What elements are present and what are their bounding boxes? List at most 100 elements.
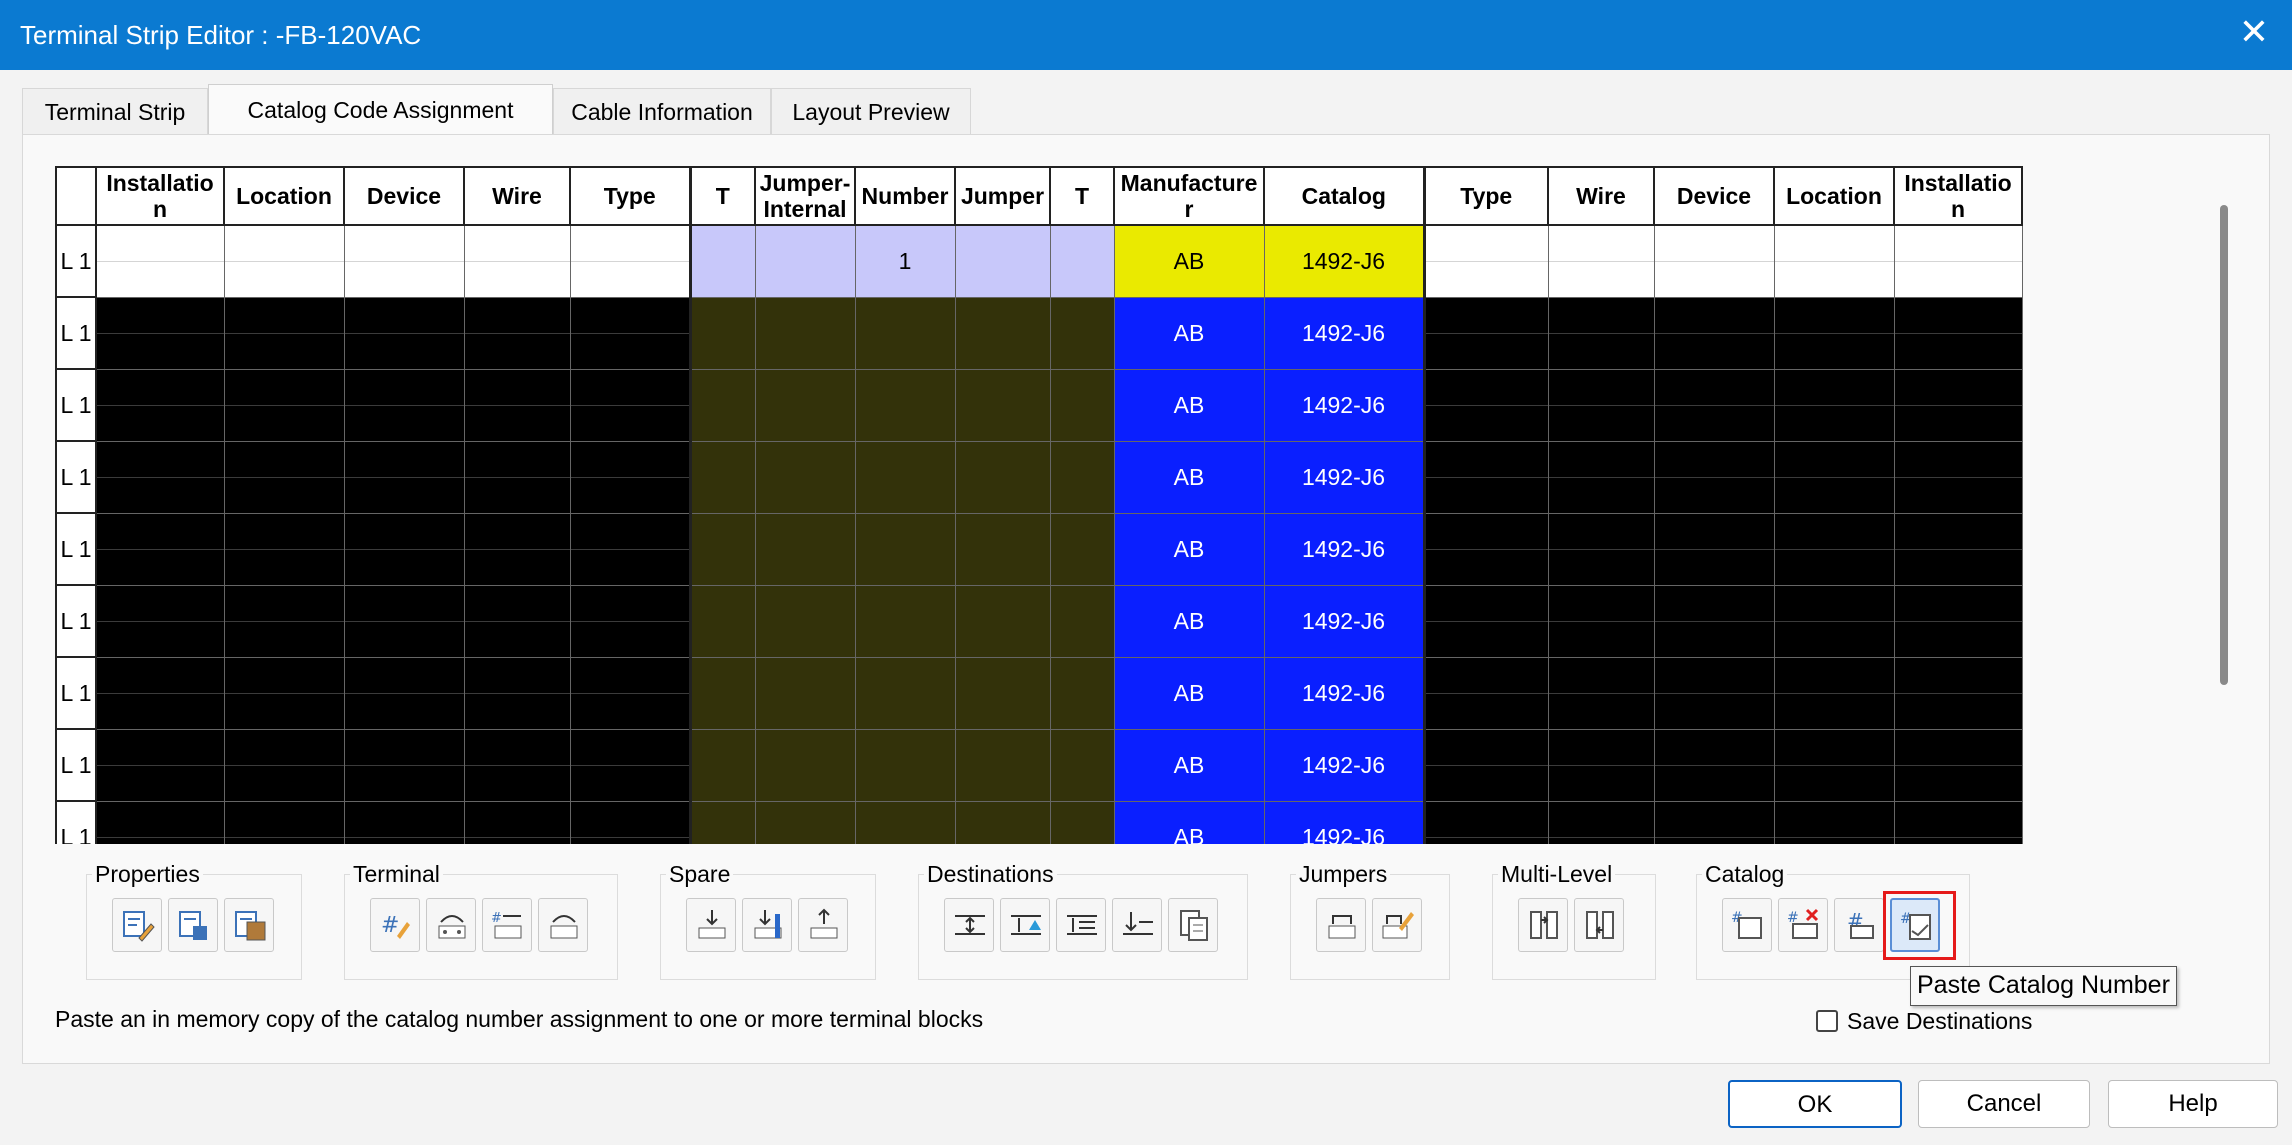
cell-jumper[interactable] bbox=[954, 512, 1051, 586]
table-row[interactable]: L 1 AB 1492-J6 bbox=[55, 440, 2023, 514]
table-row[interactable]: L 1 AB 1492-J6 bbox=[55, 584, 2023, 658]
cell-type-left[interactable] bbox=[569, 728, 692, 802]
close-icon[interactable]: ✕ bbox=[2234, 12, 2274, 52]
cell-number[interactable] bbox=[854, 656, 956, 730]
header-wire-right[interactable]: Wire bbox=[1547, 166, 1655, 226]
cell-wire-right[interactable] bbox=[1547, 512, 1655, 586]
cell-type-right[interactable] bbox=[1423, 440, 1549, 514]
cell-number[interactable] bbox=[854, 368, 956, 442]
cell-wire-right[interactable] bbox=[1547, 224, 1655, 298]
cell-location-right[interactable] bbox=[1773, 440, 1895, 514]
spare-remove-button[interactable] bbox=[798, 898, 848, 952]
cell-jumper-internal[interactable] bbox=[754, 728, 856, 802]
cell-installation-left[interactable] bbox=[95, 512, 225, 586]
cell-wire-right[interactable] bbox=[1547, 584, 1655, 658]
tab-terminal-strip[interactable]: Terminal Strip bbox=[22, 88, 208, 134]
cell-installation-right[interactable] bbox=[1893, 512, 2023, 586]
terminal-renumber-button[interactable]: # bbox=[370, 898, 420, 952]
cell-manufacturer[interactable]: AB bbox=[1113, 800, 1265, 844]
cell-wire-left[interactable] bbox=[463, 584, 571, 658]
cell-device-left[interactable] bbox=[343, 224, 465, 298]
cell-jumper-internal[interactable] bbox=[754, 368, 856, 442]
cell-type-right[interactable] bbox=[1423, 800, 1549, 844]
destinations-swap-button[interactable] bbox=[944, 898, 994, 952]
cell-location-right[interactable] bbox=[1773, 800, 1895, 844]
cell-installation-left[interactable] bbox=[95, 800, 225, 844]
properties-edit-button[interactable] bbox=[112, 898, 162, 952]
jumper-add-button[interactable] bbox=[1316, 898, 1366, 952]
header-type-right[interactable]: Type bbox=[1423, 166, 1549, 226]
row-header[interactable]: L 1 bbox=[55, 368, 97, 442]
cell-t-left[interactable] bbox=[689, 656, 756, 730]
cell-manufacturer[interactable]: AB bbox=[1113, 296, 1265, 370]
cell-jumper[interactable] bbox=[954, 296, 1051, 370]
header-installation-left[interactable]: Installatio n bbox=[95, 166, 225, 226]
cell-device-right[interactable] bbox=[1653, 656, 1775, 730]
table-row[interactable]: L 1 AB 1492-J6 bbox=[55, 296, 2023, 370]
cell-installation-left[interactable] bbox=[95, 224, 225, 298]
cell-number[interactable] bbox=[854, 440, 956, 514]
cell-manufacturer[interactable]: AB bbox=[1113, 368, 1265, 442]
cell-t-right[interactable] bbox=[1049, 656, 1115, 730]
save-destinations-checkbox[interactable] bbox=[1816, 1010, 1838, 1032]
cell-manufacturer[interactable]: AB bbox=[1113, 656, 1265, 730]
cell-installation-left[interactable] bbox=[95, 296, 225, 370]
destinations-move-button[interactable] bbox=[1112, 898, 1162, 952]
cell-device-left[interactable] bbox=[343, 368, 465, 442]
header-manufacturer[interactable]: Manufacture r bbox=[1113, 166, 1265, 226]
cell-location-left[interactable] bbox=[223, 296, 345, 370]
cell-device-left[interactable] bbox=[343, 728, 465, 802]
table-row[interactable]: L 1 AB 1492-J6 bbox=[55, 800, 2023, 844]
cell-type-left[interactable] bbox=[569, 800, 692, 844]
cell-installation-right[interactable] bbox=[1893, 584, 2023, 658]
cell-installation-right[interactable] bbox=[1893, 800, 2023, 844]
cell-device-right[interactable] bbox=[1653, 296, 1775, 370]
cell-jumper[interactable] bbox=[954, 800, 1051, 844]
destinations-flip-button[interactable] bbox=[1000, 898, 1050, 952]
row-header[interactable]: L 1 bbox=[55, 224, 97, 298]
cell-location-right[interactable] bbox=[1773, 584, 1895, 658]
cell-device-right[interactable] bbox=[1653, 728, 1775, 802]
cell-t-left[interactable] bbox=[689, 512, 756, 586]
header-location-right[interactable]: Location bbox=[1773, 166, 1895, 226]
cancel-button[interactable]: Cancel bbox=[1918, 1080, 2090, 1128]
cell-catalog[interactable]: 1492-J6 bbox=[1263, 800, 1426, 844]
cell-installation-right[interactable] bbox=[1893, 728, 2023, 802]
cell-installation-left[interactable] bbox=[95, 656, 225, 730]
multilevel-down-button[interactable] bbox=[1574, 898, 1624, 952]
cell-location-left[interactable] bbox=[223, 368, 345, 442]
ok-button[interactable]: OK bbox=[1728, 1080, 1902, 1128]
cell-t-left[interactable] bbox=[689, 728, 756, 802]
row-header[interactable]: L 1 bbox=[55, 800, 97, 844]
cell-t-right[interactable] bbox=[1049, 224, 1115, 298]
cell-jumper-internal[interactable] bbox=[754, 224, 856, 298]
header-wire-left[interactable]: Wire bbox=[463, 166, 571, 226]
cell-wire-right[interactable] bbox=[1547, 440, 1655, 514]
cell-installation-right[interactable] bbox=[1893, 296, 2023, 370]
catalog-copy-button[interactable]: # bbox=[1834, 898, 1884, 952]
vertical-scrollbar[interactable] bbox=[2220, 205, 2228, 685]
cell-wire-left[interactable] bbox=[463, 728, 571, 802]
cell-jumper-internal[interactable] bbox=[754, 800, 856, 844]
table-row[interactable]: L 1 AB 1492-J6 bbox=[55, 728, 2023, 802]
cell-number[interactable]: 1 bbox=[854, 224, 956, 298]
cell-installation-left[interactable] bbox=[95, 368, 225, 442]
cell-jumper[interactable] bbox=[954, 728, 1051, 802]
cell-manufacturer[interactable]: AB bbox=[1113, 512, 1265, 586]
cell-device-right[interactable] bbox=[1653, 800, 1775, 844]
cell-location-left[interactable] bbox=[223, 656, 345, 730]
cell-location-right[interactable] bbox=[1773, 368, 1895, 442]
cell-jumper-internal[interactable] bbox=[754, 512, 856, 586]
cell-installation-left[interactable] bbox=[95, 728, 225, 802]
table-row[interactable]: L 1 AB 1492-J6 bbox=[55, 512, 2023, 586]
destinations-reverse-button[interactable] bbox=[1056, 898, 1106, 952]
cell-t-left[interactable] bbox=[689, 224, 756, 298]
header-catalog[interactable]: Catalog bbox=[1263, 166, 1426, 226]
row-header[interactable]: L 1 bbox=[55, 584, 97, 658]
header-number[interactable]: Number bbox=[854, 166, 956, 226]
cell-wire-left[interactable] bbox=[463, 224, 571, 298]
cell-number[interactable] bbox=[854, 728, 956, 802]
cell-type-right[interactable] bbox=[1423, 584, 1549, 658]
catalog-assign-button[interactable]: # bbox=[1722, 898, 1772, 952]
cell-number[interactable] bbox=[854, 800, 956, 844]
